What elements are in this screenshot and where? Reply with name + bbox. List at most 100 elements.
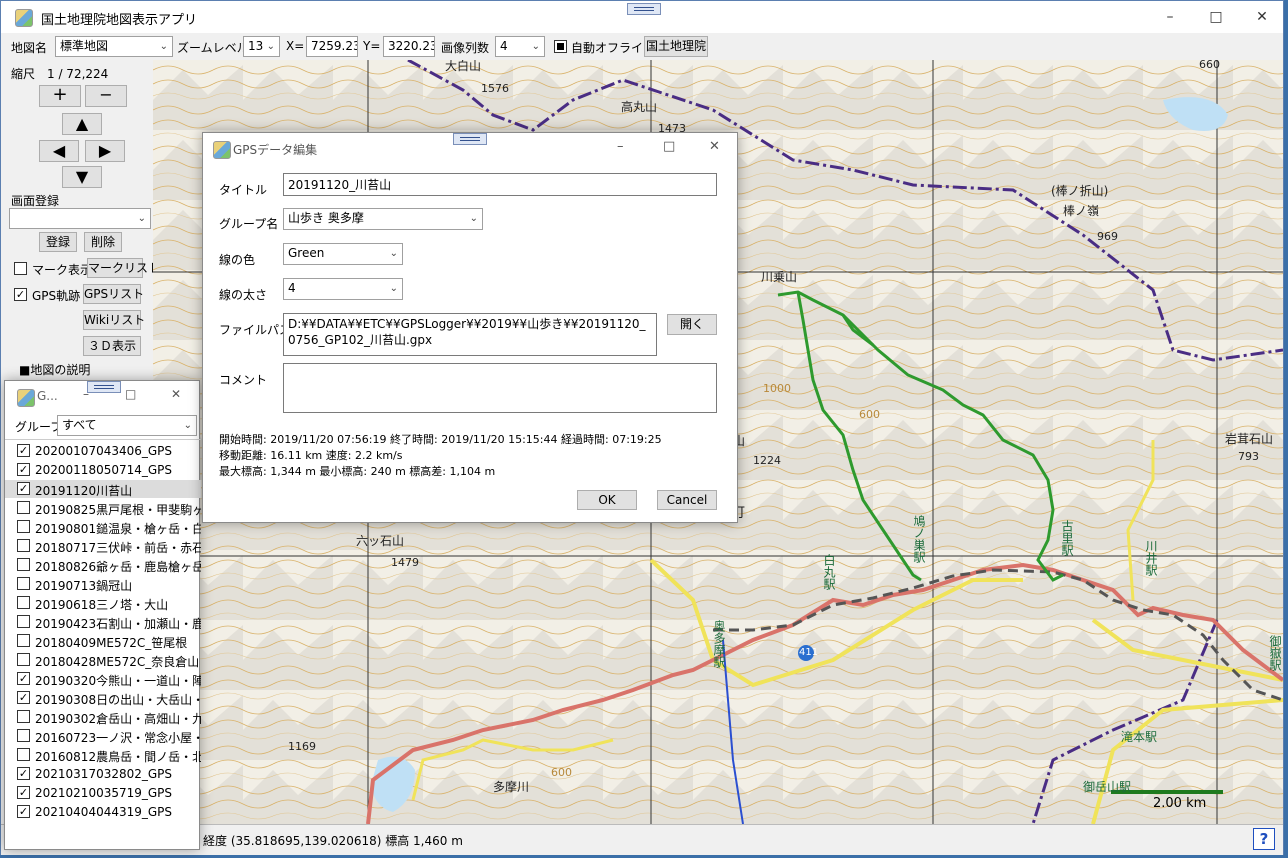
ok-button[interactable]: OK xyxy=(577,490,637,510)
maximize-button[interactable]: □ xyxy=(663,139,675,154)
list-item[interactable]: ✓ 20190308日の出山・大岳山・鋸山 xyxy=(5,689,201,707)
pan-left-button[interactable]: ◀ xyxy=(39,140,79,162)
zoom-select[interactable]: 13 ⌄ xyxy=(243,36,280,57)
track-checkbox[interactable]: ✓ xyxy=(17,482,30,495)
zoom-out-button[interactable]: − xyxy=(85,85,127,107)
list-item[interactable]: 20190302倉岳山・高畑山・九鬼山 xyxy=(5,708,201,726)
track-label: 20210404044319_GPS xyxy=(35,805,173,819)
close-button[interactable]: ✕ xyxy=(171,387,181,401)
list-item[interactable]: ✓ 20200107043406_GPS xyxy=(5,442,201,460)
gsi-button[interactable]: 国土地理院 xyxy=(644,36,708,57)
track-checkbox[interactable] xyxy=(17,596,30,609)
list-item[interactable]: 20180717三伏峠・前岳・赤石岳 xyxy=(5,537,201,555)
list-item[interactable]: ✓ 20200118050714_GPS xyxy=(5,461,201,479)
map-label: 古里駅 xyxy=(1060,520,1074,556)
close-button[interactable]: ✕ xyxy=(709,139,720,154)
view-3d-button[interactable]: ３Ｄ表示 xyxy=(83,336,141,356)
mark-show-checkbox[interactable] xyxy=(14,262,27,275)
group-name-select[interactable]: 山歩き 奥多摩 ⌄ xyxy=(283,208,483,230)
drag-grip[interactable] xyxy=(627,3,661,15)
register-button[interactable]: 登録 xyxy=(39,232,77,252)
map-name-select[interactable]: 標準地図 ⌄ xyxy=(55,36,173,57)
map-label: 白丸駅 xyxy=(822,554,836,590)
file-path-field[interactable]: D:¥¥DATA¥¥ETC¥¥GPSLogger¥¥2019¥¥山歩き¥¥201… xyxy=(283,313,657,356)
title-field[interactable]: 20191120_川苔山 xyxy=(283,173,717,196)
track-checkbox[interactable]: ✓ xyxy=(17,767,30,780)
columns-select[interactable]: 4 ⌄ xyxy=(495,36,545,57)
track-checkbox[interactable] xyxy=(17,710,30,723)
y-input[interactable]: 3220.235 xyxy=(383,36,435,57)
track-label: 20160812農鳥岳・間ノ岳・北岳・ xyxy=(35,750,201,764)
gps-edit-dialog: GPSデータ編集 – □ ✕ タイトル 20191120_川苔山 グループ名 山… xyxy=(202,132,738,523)
track-checkbox[interactable] xyxy=(17,539,30,552)
track-checkbox[interactable] xyxy=(17,501,30,514)
list-item[interactable]: 20160723一ノ沢・常念小屋・常念 xyxy=(5,727,201,745)
drag-grip[interactable] xyxy=(87,381,121,393)
delete-button[interactable]: 削除 xyxy=(84,232,122,252)
chevron-down-icon: ⌄ xyxy=(266,41,275,52)
track-checkbox[interactable]: ✓ xyxy=(17,672,30,685)
track-checkbox[interactable] xyxy=(17,558,30,571)
map-label: 600 xyxy=(551,766,572,779)
auto-offline-checkbox[interactable] xyxy=(554,40,567,53)
list-item[interactable]: 20190825黒戸尾根・甲斐駒ヶ岳 xyxy=(5,499,201,517)
gps-track-list[interactable]: ✓ 20200107043406_GPS ✓ 20200118050714_GPS ✓ 2… xyxy=(5,439,201,850)
list-item[interactable]: 20190618三ノ塔・大山 xyxy=(5,594,201,612)
title-bar: 国土地理院地図表示アプリ – □ ✕ xyxy=(1,1,1283,33)
open-button[interactable]: 開く xyxy=(667,314,717,335)
pan-down-button[interactable]: ▼ xyxy=(62,166,102,188)
cancel-button[interactable]: Cancel xyxy=(657,490,717,510)
list-item[interactable]: 20190801鎚温泉・槍ヶ岳・白馬岳 xyxy=(5,518,201,536)
track-label: 20190825黒戸尾根・甲斐駒ヶ岳 xyxy=(35,503,201,517)
track-checkbox[interactable]: ✓ xyxy=(17,805,30,818)
gps-track-checkbox[interactable]: ✓ xyxy=(14,288,27,301)
list-item[interactable]: ✓ 20190320今熊山・一道山・陣場山 xyxy=(5,670,201,688)
close-button[interactable]: ✕ xyxy=(1239,1,1285,33)
track-checkbox[interactable]: ✓ xyxy=(17,786,30,799)
track-checkbox[interactable] xyxy=(17,615,30,628)
list-item[interactable]: 20190713鍋冠山 xyxy=(5,575,201,593)
list-item[interactable]: 20160812農鳥岳・間ノ岳・北岳・ xyxy=(5,746,201,764)
gps-list-button[interactable]: GPSリスト xyxy=(83,284,144,304)
drag-grip[interactable] xyxy=(453,133,487,145)
list-item[interactable]: 20190423石割山・加瀬山・鹿留山 xyxy=(5,613,201,631)
line-color-select[interactable]: Green ⌄ xyxy=(283,243,403,265)
track-checkbox[interactable]: ✓ xyxy=(17,691,30,704)
track-label: 20190713鍋冠山 xyxy=(35,579,133,593)
map-desc-link[interactable]: ■地図の説明 xyxy=(19,361,90,378)
maximize-button[interactable]: □ xyxy=(1193,1,1239,33)
group-select[interactable]: すべて ⌄ xyxy=(57,415,197,436)
list-item[interactable]: ✓ 20210317032802_GPS xyxy=(5,765,201,783)
pan-right-button[interactable]: ▶ xyxy=(85,140,125,162)
track-checkbox[interactable] xyxy=(17,577,30,590)
comment-field[interactable] xyxy=(283,363,717,413)
track-checkbox[interactable] xyxy=(17,729,30,742)
screen-register-select[interactable]: ⌄ xyxy=(9,208,151,229)
list-item[interactable]: 20180428ME572C_奈良倉山・権 xyxy=(5,651,201,669)
pan-up-button[interactable]: ▲ xyxy=(62,113,102,135)
track-checkbox[interactable]: ✓ xyxy=(17,444,30,457)
track-checkbox[interactable] xyxy=(17,634,30,647)
minimize-button[interactable]: – xyxy=(1147,1,1193,33)
wiki-list-button[interactable]: Wikiリスト xyxy=(83,310,145,330)
minimize-button[interactable]: – xyxy=(83,387,89,401)
help-button[interactable]: ? xyxy=(1253,828,1275,850)
track-checkbox[interactable]: ✓ xyxy=(17,463,30,476)
x-input[interactable]: 7259.232 xyxy=(306,36,358,57)
maximize-button[interactable]: □ xyxy=(125,387,136,401)
zoom-in-button[interactable]: + xyxy=(39,85,81,107)
list-item[interactable]: ✓ 20210404044319_GPS xyxy=(5,803,201,821)
mark-list-button[interactable]: マークリスト xyxy=(87,258,160,278)
track-checkbox[interactable] xyxy=(17,748,30,761)
list-item[interactable]: ✓ 20191120川苔山 xyxy=(5,480,201,498)
list-item[interactable]: 20180826爺ヶ岳・鹿島槍ヶ岳・五竜 xyxy=(5,556,201,574)
list-item[interactable]: 20180409ME572C_笹尾根 xyxy=(5,632,201,650)
line-width-select[interactable]: 4 ⌄ xyxy=(283,278,403,300)
x-label: X= xyxy=(286,39,305,53)
track-checkbox[interactable] xyxy=(17,653,30,666)
track-checkbox[interactable] xyxy=(17,520,30,533)
minimize-button[interactable]: – xyxy=(617,139,624,154)
map-label: 滝本駅 xyxy=(1121,730,1158,744)
chevron-down-icon: ⌄ xyxy=(531,41,540,52)
list-item[interactable]: ✓ 20210210035719_GPS xyxy=(5,784,201,802)
